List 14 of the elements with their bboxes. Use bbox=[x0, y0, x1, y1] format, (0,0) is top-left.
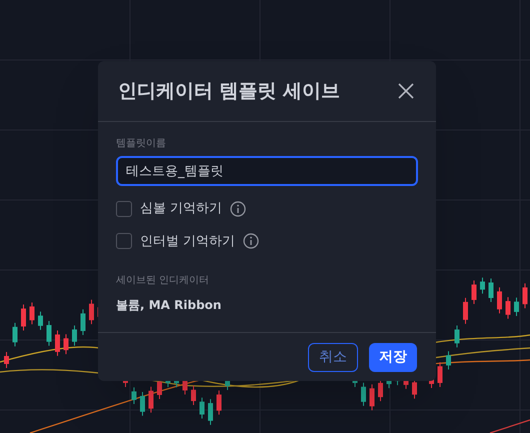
info-icon[interactable] bbox=[230, 200, 246, 217]
template-name-field[interactable]: 테스트용_템플릿 bbox=[116, 156, 418, 186]
checkbox[interactable] bbox=[116, 233, 132, 250]
save-button[interactable]: 저장 bbox=[369, 342, 417, 372]
cancel-button[interactable]: 취소 bbox=[308, 342, 358, 372]
close-icon[interactable] bbox=[396, 81, 416, 101]
info-icon[interactable] bbox=[243, 233, 260, 250]
section-label: 세이브된 인디케이터 bbox=[116, 274, 210, 288]
checkbox[interactable] bbox=[116, 200, 132, 217]
saved-indicators-text: 볼륨, MA Ribbon bbox=[116, 297, 222, 314]
checkbox-label: 인터벌 기억하기 bbox=[140, 232, 236, 250]
dialog-title: 인디케이터 템플릿 세이브 bbox=[118, 78, 340, 104]
field-label: 템플릿이름 bbox=[116, 137, 167, 151]
checkbox-label: 심볼 기억하기 bbox=[140, 200, 222, 218]
